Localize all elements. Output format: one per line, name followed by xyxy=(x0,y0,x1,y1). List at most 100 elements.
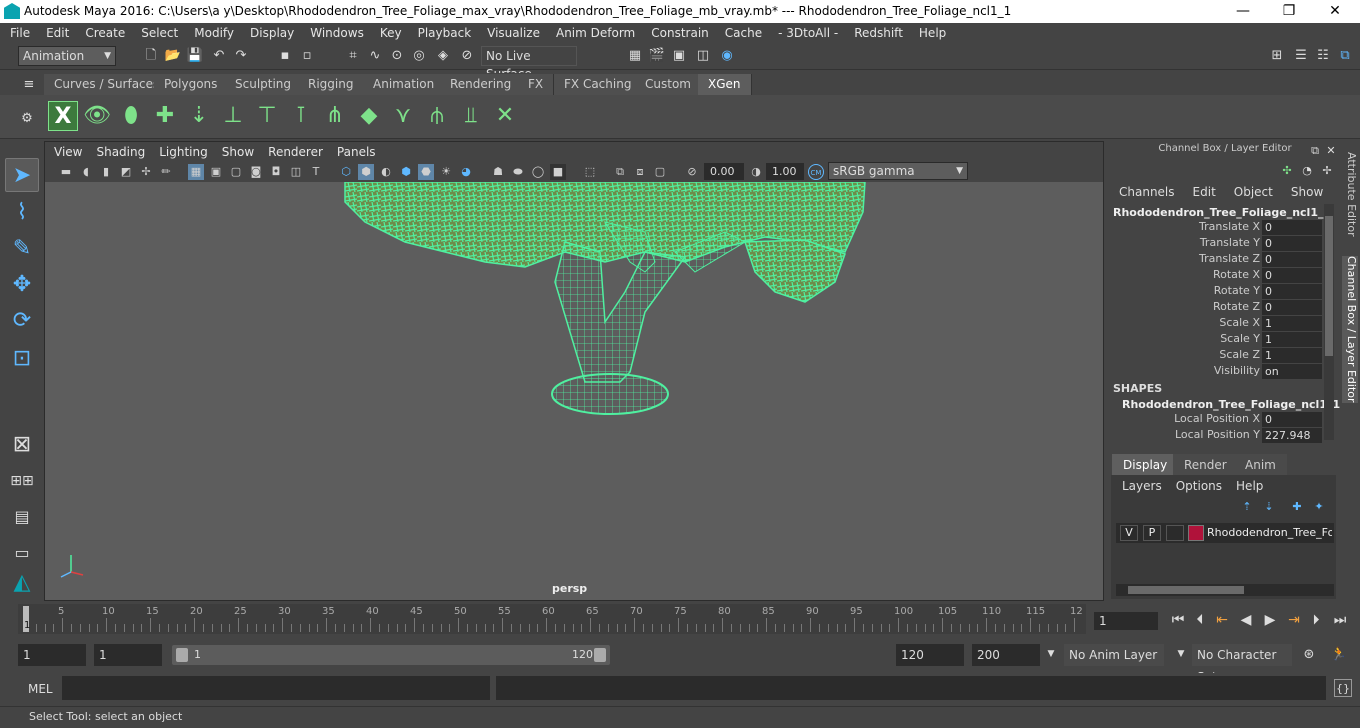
field-chart-icon[interactable]: ◘ xyxy=(268,164,284,180)
current-frame-field[interactable]: 1 xyxy=(1094,612,1158,630)
attribute-editor-tab[interactable]: Attribute Editor xyxy=(1342,152,1358,237)
xgen-show-guides-icon[interactable]: ⊤ xyxy=(252,101,282,131)
attr-value[interactable]: 0 xyxy=(1262,300,1322,315)
xgen-lock-icon[interactable]: ⊺ xyxy=(286,101,316,131)
attr-visibility[interactable]: Visibility on xyxy=(1110,364,1322,380)
attr-value[interactable]: 0 xyxy=(1262,220,1322,235)
menu-select[interactable]: Select xyxy=(133,23,186,43)
attr-value[interactable]: 0 xyxy=(1262,236,1322,251)
shelf-settings-gear-icon[interactable]: ⚙ xyxy=(18,110,36,128)
xgen-grid-icon[interactable]: ◆ xyxy=(354,101,384,131)
viewport-menu-show[interactable]: Show xyxy=(215,142,261,162)
attr-value[interactable]: 0 xyxy=(1262,252,1322,267)
select-hierarchy-icon[interactable]: ▪ xyxy=(276,47,294,65)
image-plane-icon[interactable]: ◩ xyxy=(118,164,134,180)
viewport-menu-lighting[interactable]: Lighting xyxy=(152,142,215,162)
two-d-pan-icon[interactable]: ✢ xyxy=(138,164,154,180)
move-layer-up-icon[interactable]: ⇡ xyxy=(1238,498,1256,516)
show-menu[interactable]: Show xyxy=(1282,185,1332,199)
depth-of-field-icon[interactable]: ■ xyxy=(550,164,566,180)
attr-rotate-y[interactable]: Rotate Y0 xyxy=(1110,284,1322,300)
shelf-tab-polygons[interactable]: Polygons xyxy=(154,74,229,95)
viewport-3d[interactable] xyxy=(45,182,1103,600)
safe-action-icon[interactable]: ◫ xyxy=(288,164,304,180)
layer-tab-render[interactable]: Render xyxy=(1173,454,1238,476)
close-panel-icon[interactable]: ✕ xyxy=(1322,142,1340,160)
snap-surface-icon[interactable]: ◈ xyxy=(434,47,452,65)
object-name[interactable]: Rhododendron_Tree_Foliage_ncl1_1 xyxy=(1113,206,1331,219)
attr-local-position-x[interactable]: Local Position X0 xyxy=(1110,412,1322,428)
step-forward-frame-icon[interactable]: ⏵ xyxy=(1306,610,1326,630)
auto-key-icon[interactable]: ⊛ xyxy=(1300,646,1318,664)
channel-box-tab[interactable]: Channel Box / Layer Editor xyxy=(1342,256,1358,403)
xgen-preview-eye-icon[interactable]: 👁 xyxy=(82,101,112,131)
new-layer-icon[interactable]: ✚ xyxy=(1288,498,1306,516)
layer-hscrollbar[interactable] xyxy=(1116,584,1334,596)
anti-aliasing-icon[interactable]: ◯ xyxy=(530,164,546,180)
viewport-menu-panels[interactable]: Panels xyxy=(330,142,383,162)
save-scene-icon[interactable]: 💾 xyxy=(186,47,204,65)
channel-box-manip-icon[interactable]: ✢ xyxy=(1318,162,1336,180)
go-to-end-icon[interactable]: ⏭ xyxy=(1330,610,1350,630)
menu-edit[interactable]: Edit xyxy=(38,23,77,43)
menu-create[interactable]: Create xyxy=(77,23,133,43)
mel-label[interactable]: MEL xyxy=(28,682,53,696)
xgen-add-guide-icon[interactable]: ✚ xyxy=(150,101,180,131)
layer-playback-toggle[interactable]: P xyxy=(1143,525,1161,541)
tool-settings-icon[interactable]: ☷ xyxy=(1314,47,1332,65)
render-settings-icon[interactable]: ▦ xyxy=(626,47,644,65)
camera-attr-icon[interactable]: ◖ xyxy=(78,164,94,180)
xgen-leaf-icon[interactable]: ⬮ xyxy=(116,101,146,131)
xgen-add-primitive-icon[interactable]: ⊥ xyxy=(218,101,248,131)
menu-file[interactable]: File xyxy=(2,23,38,43)
layers-menu[interactable]: Layers xyxy=(1122,479,1162,493)
layout-outliner-icon[interactable]: ▤ xyxy=(5,500,39,534)
chevron-down-icon[interactable]: ▼ xyxy=(1042,645,1060,663)
layer-tab-display[interactable]: Display xyxy=(1112,454,1179,476)
menu-key[interactable]: Key xyxy=(372,23,410,43)
object-menu[interactable]: Object xyxy=(1225,185,1282,199)
maximize-button[interactable]: ❐ xyxy=(1266,0,1312,23)
menu-visualize[interactable]: Visualize xyxy=(479,23,548,43)
move-layer-down-icon[interactable]: ⇣ xyxy=(1260,498,1278,516)
shelf-menu-icon[interactable]: ≡ xyxy=(20,76,38,94)
viewport-menu-renderer[interactable]: Renderer xyxy=(261,142,330,162)
colorspace-dropdown[interactable]: sRGB gamma ▼ xyxy=(828,162,968,180)
help-menu[interactable]: Help xyxy=(1236,479,1263,493)
attr-value[interactable]: 0 xyxy=(1262,268,1322,283)
channel-box-axis-icon[interactable]: ✣ xyxy=(1278,162,1296,180)
xgen-editor-icon[interactable]: X xyxy=(48,101,78,131)
isolate-select-icon[interactable]: ⬚ xyxy=(582,164,598,180)
shelf-tab-rigging[interactable]: Rigging xyxy=(298,74,365,95)
play-forwards-icon[interactable]: ▶ xyxy=(1260,610,1280,630)
snap-curve-icon[interactable]: ∿ xyxy=(366,47,384,65)
grid-toggle-icon[interactable]: ▦ xyxy=(188,164,204,180)
motion-blur-icon[interactable]: ⬬ xyxy=(510,164,526,180)
range-start-handle[interactable] xyxy=(176,648,188,662)
channel-box-scrollbar[interactable] xyxy=(1324,204,1334,440)
gate-mask-icon[interactable]: ◙ xyxy=(248,164,264,180)
snap-point-icon[interactable]: ⊙ xyxy=(388,47,406,65)
attr-rotate-z[interactable]: Rotate Z0 xyxy=(1110,300,1322,316)
xgen-delete-icon[interactable]: ✕ xyxy=(490,101,520,131)
xray-active-icon[interactable]: ⧈ xyxy=(632,164,648,180)
wireframe-on-shaded-icon[interactable]: ◐ xyxy=(378,164,394,180)
shelf-tab-rendering[interactable]: Rendering xyxy=(440,74,523,95)
attr-rotate-x[interactable]: Rotate X0 xyxy=(1110,268,1322,284)
xray-joints-icon[interactable]: ⧉ xyxy=(612,164,628,180)
viewport-menu-shading[interactable]: Shading xyxy=(89,142,152,162)
gamma-field[interactable]: 1.00 xyxy=(766,163,804,180)
step-forward-key-icon[interactable]: ⇥ xyxy=(1284,610,1304,630)
layer-tab-anim[interactable]: Anim xyxy=(1234,454,1287,476)
modeling-toolkit-icon[interactable]: ⊞ xyxy=(1268,47,1286,65)
shape-name[interactable]: Rhododendron_Tree_Foliage_ncl1_1... xyxy=(1122,398,1353,411)
shelf-tab-fx-caching[interactable]: FX Caching xyxy=(554,74,643,95)
paint-select-tool-icon[interactable]: ✎ xyxy=(5,232,39,266)
smooth-shade-icon[interactable]: ⬢ xyxy=(358,164,374,180)
anim-layer-dropdown[interactable]: No Anim Layer xyxy=(1064,644,1164,666)
minimize-button[interactable]: — xyxy=(1220,0,1266,23)
backface-icon[interactable]: ▢ xyxy=(652,164,668,180)
shelf-tab-sculpting[interactable]: Sculpting xyxy=(225,74,303,95)
step-back-frame-icon[interactable]: ⏴ xyxy=(1190,610,1210,630)
menu-display[interactable]: Display xyxy=(242,23,302,43)
